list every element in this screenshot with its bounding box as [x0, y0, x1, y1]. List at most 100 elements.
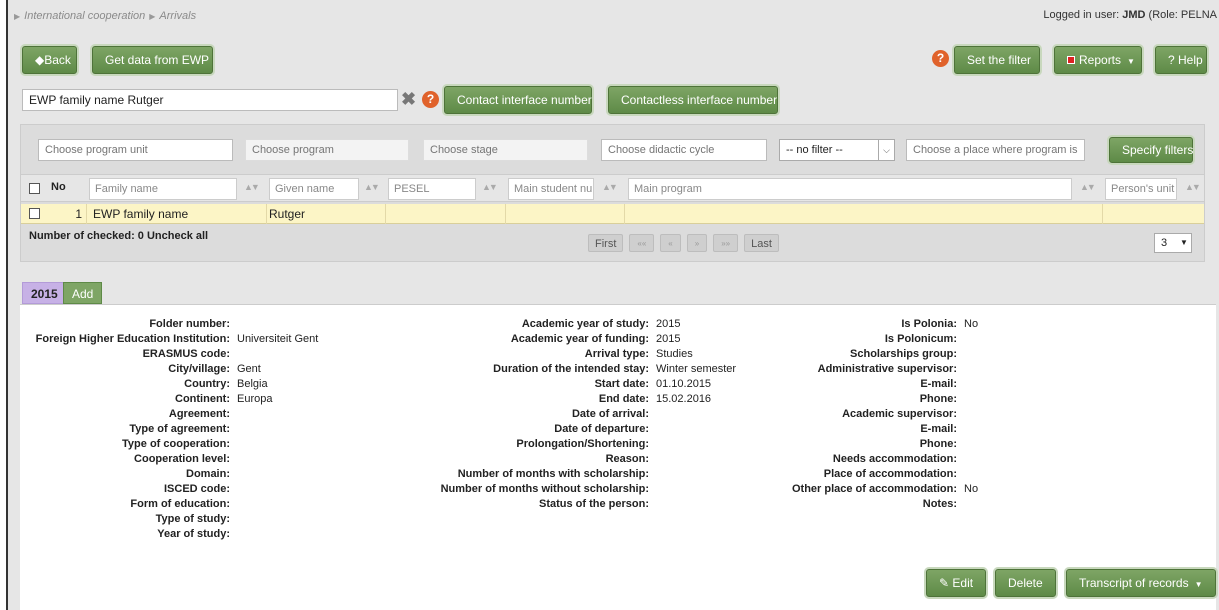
family-name-filter-input[interactable]: Family name: [89, 178, 237, 200]
detail-label: Is Polonia:: [901, 318, 957, 330]
back-button[interactable]: ◆Back: [22, 46, 77, 74]
specify-filters-button[interactable]: Specify filters: [1109, 137, 1193, 163]
next-page-button[interactable]: »: [686, 234, 708, 252]
detail-label: Cooperation level:: [134, 453, 230, 465]
detail-row: Academic year of funding: 2015: [400, 332, 736, 347]
persons-unit-filter-input[interactable]: Person's unit: [1105, 178, 1177, 200]
detail-label: Scholarships group:: [850, 348, 957, 360]
column-no-header[interactable]: No: [51, 181, 66, 193]
detail-value: [957, 332, 964, 347]
detail-label: Arrival type:: [584, 348, 649, 360]
detail-label: End date:: [598, 393, 649, 405]
breadcrumb-item-arrivals[interactable]: Arrivals: [159, 10, 196, 22]
get-data-from-ewp-button[interactable]: Get data from EWP: [92, 46, 213, 74]
pager: First «« « » »» Last: [588, 234, 779, 252]
detail-value: [957, 377, 964, 392]
given-name-filter: Given name ▲▼: [269, 178, 387, 200]
detail-label: Phone:: [919, 393, 957, 405]
main-student-filter-input[interactable]: Main student nu: [508, 178, 594, 200]
page-size-select[interactable]: 3 ▼: [1154, 233, 1192, 253]
detail-label: Date of arrival:: [571, 408, 649, 420]
detail-value: Winter semester: [656, 363, 737, 375]
detail-row: Prolongation/Shortening:: [400, 437, 736, 452]
tab-2015[interactable]: 2015: [22, 282, 67, 304]
detail-value: [649, 482, 656, 497]
detail-label: Type of study:: [155, 513, 230, 525]
detail-label: Phone:: [919, 438, 957, 450]
first-page-button[interactable]: First: [588, 234, 624, 252]
detail-row: Cooperation level:: [28, 452, 318, 467]
table-row[interactable]: 1 EWP family name Rutger: [21, 204, 1204, 224]
sort-icon[interactable]: ▲▼: [364, 182, 380, 192]
detail-value: [957, 467, 964, 482]
set-filter-button[interactable]: Set the filter: [954, 46, 1040, 74]
transcript-label: Transcript of records: [1079, 576, 1189, 590]
next-next-button[interactable]: »»: [713, 234, 739, 252]
sort-icon[interactable]: ▲▼: [1185, 182, 1201, 192]
no-filter-select[interactable]: -- no filter -- ⌵: [779, 139, 895, 161]
detail-row: End date: 15.02.2016: [400, 392, 736, 407]
detail-row: Status of the person:: [400, 497, 736, 512]
detail-value: [230, 422, 237, 437]
row-checkbox[interactable]: [29, 208, 40, 219]
detail-value: [230, 527, 237, 542]
sort-icon[interactable]: ▲▼: [1080, 182, 1096, 192]
details-column-3: Is Polonia: No Is Polonicum: Scholarships g…: [750, 317, 978, 512]
detail-label: Country:: [184, 378, 230, 390]
stage-input[interactable]: [423, 139, 588, 161]
breadcrumb: ▶ International cooperation ▶ Arrivals: [14, 10, 196, 22]
delete-button[interactable]: Delete: [995, 569, 1056, 597]
detail-row: Folder number:: [28, 317, 318, 332]
prev-prev-button[interactable]: ««: [629, 234, 655, 252]
detail-row: Is Polonia: No: [750, 317, 978, 332]
detail-label: Is Polonicum:: [884, 333, 957, 345]
transcript-of-records-button[interactable]: Transcript of records ▼: [1066, 569, 1216, 597]
sort-icon[interactable]: ▲▼: [244, 182, 260, 192]
detail-value: Studies: [656, 348, 693, 360]
details-column-2: Academic year of study: 2015 Academic year…: [400, 317, 736, 512]
detail-row: Form of education:: [28, 497, 318, 512]
help-question-icon[interactable]: ?: [932, 50, 949, 67]
select-all-checkbox[interactable]: [29, 183, 40, 194]
detail-row: Place of accommodation:: [750, 467, 978, 482]
prev-page-button[interactable]: «: [660, 234, 681, 252]
main-program-filter-input[interactable]: Main program: [628, 178, 1072, 200]
edit-button[interactable]: ✎ Edit: [926, 569, 987, 597]
program-unit-input[interactable]: [38, 139, 233, 161]
add-tab-button[interactable]: Add: [63, 282, 103, 304]
login-user: JMD: [1122, 9, 1146, 21]
contactless-interface-number-button[interactable]: Contactless interface number: [608, 86, 778, 114]
sort-icon[interactable]: ▲▼: [602, 182, 618, 192]
detail-row: Other place of accommodation: No: [750, 482, 978, 497]
pesel-filter-input[interactable]: PESEL: [388, 178, 476, 200]
didactic-cycle-input[interactable]: [601, 139, 767, 161]
given-name-filter-input[interactable]: Given name: [269, 178, 359, 200]
sort-icon[interactable]: ▲▼: [482, 182, 498, 192]
help-question-icon[interactable]: ?: [422, 91, 439, 108]
logged-in-user: Logged in user: JMD (Role: PELNA: [1043, 9, 1217, 21]
detail-row: ISCED code:: [28, 482, 318, 497]
detail-label: Number of months with scholarship:: [457, 468, 649, 480]
detail-row: City/village: Gent: [28, 362, 318, 377]
detail-label: Continent:: [175, 393, 230, 405]
main-program-filter: Main program ▲▼: [628, 178, 1103, 200]
clear-icon[interactable]: ✖: [401, 90, 416, 108]
detail-label: Prolongation/Shortening:: [516, 438, 649, 450]
detail-row: Arrival type: Studies: [400, 347, 736, 362]
detail-label: Reason:: [605, 453, 649, 465]
detail-row: Phone:: [750, 392, 978, 407]
detail-row: Year of study:: [28, 527, 318, 542]
cell-pesel: [386, 204, 506, 224]
contact-interface-number-button[interactable]: Contact interface number: [444, 86, 592, 114]
last-page-button[interactable]: Last: [744, 234, 779, 252]
reports-button[interactable]: Reports ▼: [1054, 46, 1142, 74]
detail-value: 2015: [656, 318, 681, 330]
detail-row: Date of arrival:: [400, 407, 736, 422]
help-button[interactable]: ? Help: [1155, 46, 1207, 74]
breadcrumb-item-international-cooperation[interactable]: International cooperation: [24, 10, 145, 22]
checked-count[interactable]: Number of checked: 0 Uncheck all: [29, 230, 208, 242]
program-place-input[interactable]: [906, 139, 1085, 161]
program-input[interactable]: [245, 139, 409, 161]
search-input[interactable]: [22, 89, 398, 111]
detail-row: ERASMUS code:: [28, 347, 318, 362]
